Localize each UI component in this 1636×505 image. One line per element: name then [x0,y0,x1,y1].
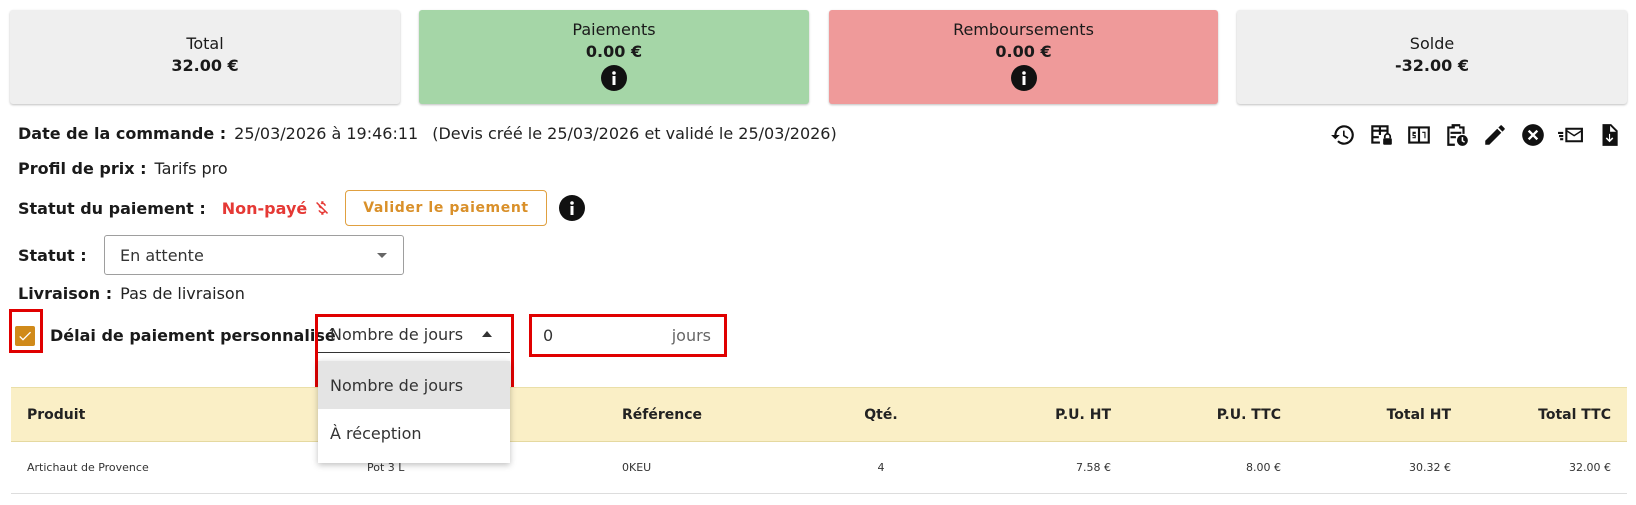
price-profile-label: Profil de prix : [18,159,147,178]
payment-status-row: Statut du paiement : Non-payé Valider le… [18,188,585,228]
delay-type-select[interactable]: Nombre de jours [318,317,510,353]
order-toolbar [1329,121,1622,148]
cancel-circle-icon[interactable] [1519,121,1546,148]
delay-option-days[interactable]: Nombre de jours [318,361,510,409]
col-header-product: Produit [27,406,86,423]
summary-balance-title: Solde [1409,34,1455,53]
info-icon[interactable] [1010,65,1037,91]
delay-days-value: 0 [543,325,554,345]
summary-payments-title: Paiements [572,20,656,39]
summary-refunds-title: Remboursements [953,20,1094,39]
table-row[interactable]: Artichaut de Provence Pot 3 L 0KEU 4 7.5… [11,442,1627,494]
info-icon[interactable] [601,65,627,91]
summary-payments-amount: 0.00 € [585,42,643,61]
status-row: Statut : En attente [18,235,404,275]
scoreboard-icon[interactable] [1405,121,1432,148]
summary-total-title: Total [186,34,224,53]
file-download-icon[interactable] [1595,121,1622,148]
status-label: Statut : [18,245,87,265]
money-off-icon [313,199,331,217]
delay-days-unit: jours [671,325,711,345]
order-lines-table: Produit Référence Qté. P.U. HT P.U. TTC … [11,387,1627,494]
cell-quantity: 4 [877,461,885,474]
order-date-label: Date de la commande : [18,124,227,143]
caret-up-icon [482,331,492,337]
payment-status-label: Statut du paiement : [18,198,206,218]
status-select[interactable]: En attente [104,235,404,275]
summary-card-payments: Paiements 0.00 € [419,10,809,104]
email-fast-icon[interactable] [1557,121,1584,148]
delivery-label: Livraison : [18,284,113,303]
summary-card-total: Total 32.00 € [10,10,400,104]
payment-status-badge: Non-payé [222,199,331,218]
col-header-total-ttc: Total TTC [1538,406,1611,423]
table-lock-icon[interactable] [1367,121,1394,148]
caret-down-icon [377,253,387,258]
table-header: Produit Référence Qté. P.U. HT P.U. TTC … [11,387,1627,442]
price-profile-value: Tarifs pro [154,159,228,178]
cell-unit-price-ht: 7.58 € [1076,461,1111,474]
delivery-row: Livraison : Pas de livraison [18,284,245,303]
order-date-row: Date de la commande : 25/03/2026 à 19:46… [18,124,837,143]
col-header-total-ht: Total HT [1386,406,1451,423]
summary-card-balance: Solde -32.00 € [1237,10,1627,104]
col-header-quantity: Qté. [864,406,898,423]
cell-unit-price-ttc: 8.00 € [1246,461,1281,474]
delivery-value: Pas de livraison [120,284,245,303]
summary-total-amount: 32.00 € [171,56,239,75]
payment-status-value: Non-payé [221,198,308,218]
delay-days-input[interactable]: 0 jours [533,317,723,353]
cell-product: Artichaut de Provence [27,461,149,474]
history-icon[interactable] [1329,121,1356,148]
delay-type-menu: Nombre de jours À réception [318,361,510,463]
price-profile-row: Profil de prix : Tarifs pro [18,159,228,178]
cell-total-ttc: 32.00 € [1569,461,1611,474]
cell-reference: 0KEU [622,461,652,474]
clipboard-clock-icon[interactable] [1443,121,1470,148]
delay-type-value: Nombre de jours [330,325,464,344]
col-header-unit-price-ttc: P.U. TTC [1216,406,1281,423]
cell-total-ht: 30.32 € [1409,461,1451,474]
quote-note: (Devis créé le 25/03/2026 et validé le 2… [432,124,837,143]
col-header-reference: Référence [622,406,703,423]
summary-balance-amount: -32.00 € [1395,56,1469,75]
status-select-value: En attente [120,245,204,265]
validate-payment-button[interactable]: Valider le paiement [345,190,547,226]
col-header-unit-price-ht: P.U. HT [1055,406,1111,423]
summary-refunds-amount: 0.00 € [995,42,1052,61]
pencil-icon[interactable] [1481,121,1508,148]
custom-delay-label: Délai de paiement personnalisé [50,326,336,345]
delay-option-on-receipt[interactable]: À réception [318,409,510,457]
custom-delay-checkbox[interactable] [15,326,35,346]
check-icon [19,331,31,341]
info-icon[interactable] [558,195,585,221]
summary-card-refunds: Remboursements 0.00 € [829,10,1218,104]
order-date-value: 25/03/2026 à 19:46:11 [234,124,419,143]
